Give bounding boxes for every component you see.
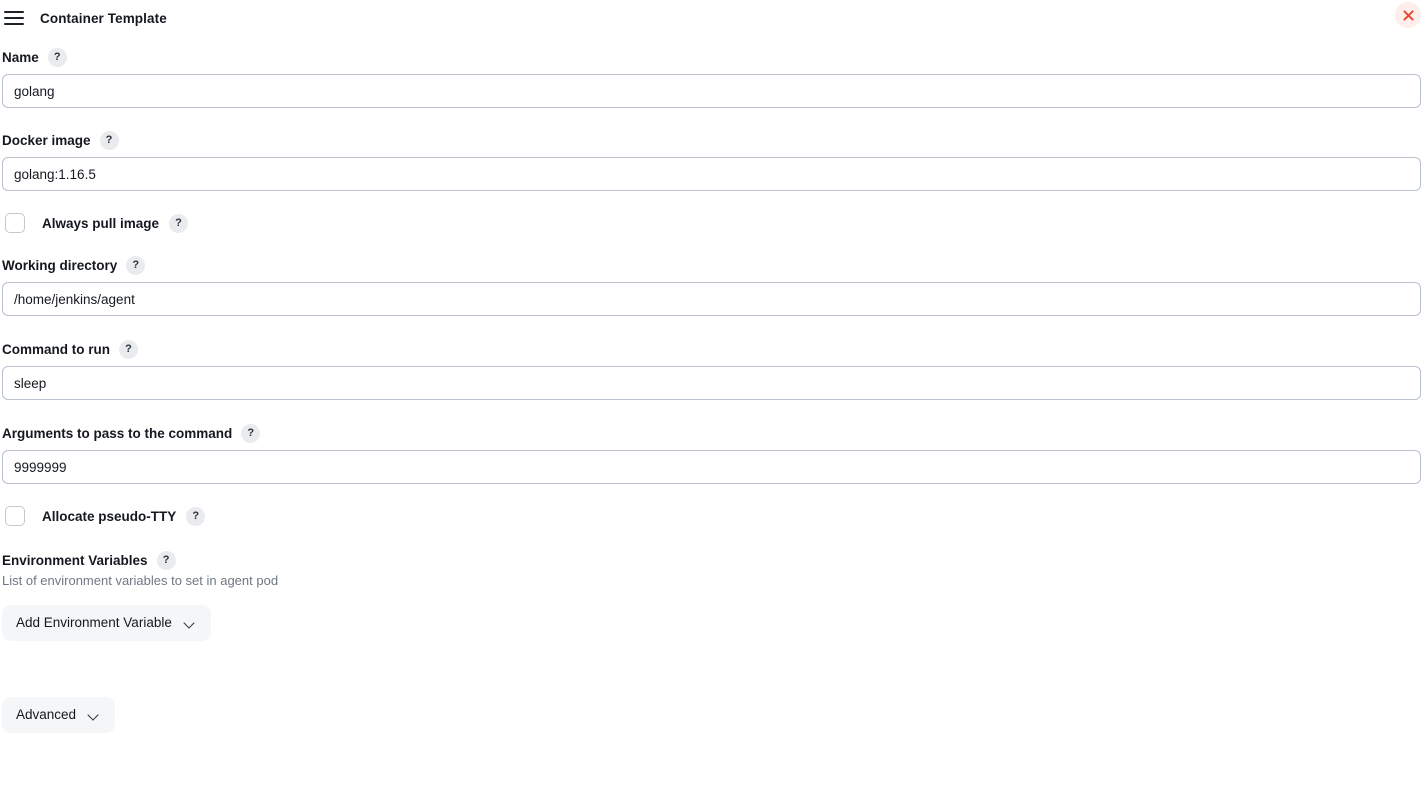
dialog-header: Container Template (0, 0, 1424, 36)
field-working-directory: Working directory ? (2, 256, 1422, 316)
field-always-pull-image: Always pull image ? (2, 213, 1422, 233)
help-icon-arguments[interactable]: ? (241, 424, 261, 443)
hamburger-menu-icon[interactable] (4, 7, 26, 29)
add-environment-variable-label: Add Environment Variable (16, 615, 172, 630)
always-pull-image-label: Always pull image (42, 215, 160, 231)
field-label-arguments: Arguments to pass to the command (2, 426, 233, 441)
environment-variables-description: List of environment variables to set in … (2, 573, 279, 588)
chevron-down-icon (185, 618, 196, 629)
field-label-docker-image: Docker image (2, 133, 91, 148)
field-label-working-directory: Working directory (2, 258, 118, 273)
field-label-row: Environment Variables ? (2, 551, 1422, 570)
help-icon-allocate-pseudo-tty[interactable]: ? (186, 506, 206, 526)
add-environment-variable-button[interactable]: Add Environment Variable (2, 605, 211, 641)
allocate-pseudo-tty-checkbox[interactable] (5, 506, 25, 526)
page-title: Container Template (40, 10, 167, 26)
chevron-down-icon (89, 710, 100, 721)
close-button[interactable] (1395, 2, 1421, 28)
help-icon-working-directory[interactable]: ? (126, 256, 146, 275)
field-label-command-to-run: Command to run (2, 342, 110, 357)
field-allocate-pseudo-tty: Allocate pseudo-TTY ? (2, 506, 1422, 526)
field-label-name: Name (2, 50, 39, 65)
field-command-to-run: Command to run ? (2, 340, 1422, 400)
environment-variables-section: Environment Variables ? List of environm… (2, 551, 1422, 641)
help-icon-name[interactable]: ? (47, 48, 67, 67)
environment-variables-label: Environment Variables (2, 553, 148, 568)
working-directory-input[interactable] (2, 282, 1421, 316)
close-x-icon (1402, 9, 1414, 21)
allocate-pseudo-tty-label: Allocate pseudo-TTY (42, 508, 177, 524)
help-icon-environment-variables[interactable]: ? (156, 551, 176, 570)
advanced-label: Advanced (16, 707, 77, 722)
hamburger-line (4, 23, 24, 25)
hamburger-line (4, 11, 24, 13)
field-arguments: Arguments to pass to the command ? (2, 424, 1422, 484)
hamburger-line (4, 17, 24, 19)
field-label-row: Name ? (2, 48, 1422, 67)
always-pull-image-checkbox[interactable] (5, 213, 25, 233)
field-label-row: Docker image ? (2, 131, 1422, 150)
field-label-row: Arguments to pass to the command ? (2, 424, 1422, 443)
arguments-input[interactable] (2, 450, 1421, 484)
field-label-row: Working directory ? (2, 256, 1422, 275)
help-icon-always-pull-image[interactable]: ? (169, 213, 189, 233)
advanced-button[interactable]: Advanced (2, 697, 116, 733)
docker-image-input[interactable] (2, 157, 1421, 191)
command-to-run-input[interactable] (2, 366, 1421, 400)
container-template-form: Name ? Docker image ? Always pull image … (0, 48, 1424, 733)
field-label-row: Command to run ? (2, 340, 1422, 359)
name-input[interactable] (2, 74, 1421, 108)
field-docker-image: Docker image ? (2, 131, 1422, 191)
help-icon-command-to-run[interactable]: ? (119, 340, 138, 359)
help-icon-docker-image[interactable]: ? (99, 131, 119, 150)
field-name: Name ? (2, 48, 1422, 108)
